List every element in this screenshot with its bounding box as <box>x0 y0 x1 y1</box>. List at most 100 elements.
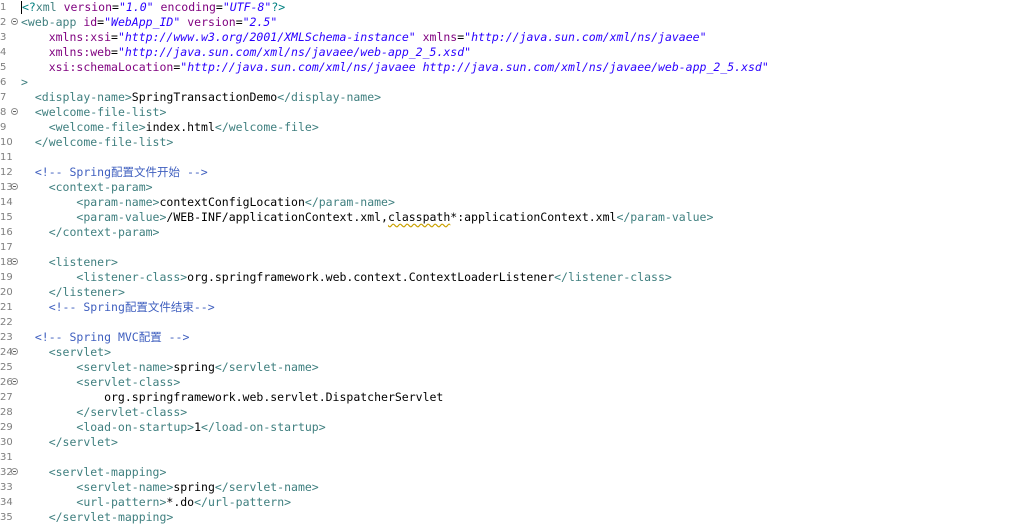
code-token: xmlns:xsi <box>48 30 112 44</box>
code-token: ?> <box>271 0 286 14</box>
code-line[interactable]: 7 <display-name>SpringTransactionDemo</d… <box>0 90 1024 105</box>
code-line[interactable]: 6 > <box>0 75 1024 90</box>
code-line[interactable]: 1 <?xml version="1.0" encoding="UTF-8"?> <box>0 0 1024 15</box>
code-line[interactable]: 21 <!-- Spring配置文件结束--> <box>0 300 1024 315</box>
code-line[interactable]: 18 <listener> <box>0 255 1024 270</box>
line-number: 22 <box>0 317 13 328</box>
code-text: <!-- Spring配置文件结束--> <box>21 300 215 315</box>
code-line[interactable]: 34 <url-pattern>*.do</url-pattern> <box>0 495 1024 510</box>
code-token: "http://java.sun.com/xml/ns/javaee/web-a… <box>117 45 472 59</box>
fold-collapse-icon[interactable] <box>11 468 18 475</box>
code-line[interactable]: 31 <box>0 450 1024 465</box>
code-text: </servlet-mapping> <box>21 510 174 525</box>
code-line[interactable]: 35 </servlet-mapping> <box>0 510 1024 525</box>
code-line[interactable]: 13 <context-param> <box>0 180 1024 195</box>
code-line[interactable]: 30 </servlet> <box>0 435 1024 450</box>
code-token: = <box>111 30 118 44</box>
code-token: <servlet> <box>48 345 112 359</box>
code-line[interactable]: 23 <!-- Spring MVC配置 --> <box>0 330 1024 345</box>
code-text: <welcome-file>index.html</welcome-file> <box>21 120 319 135</box>
code-line[interactable]: 5 xsi:schemaLocation="http://java.sun.co… <box>0 60 1024 75</box>
code-token: <url-pattern> <box>76 495 167 509</box>
fold-collapse-icon[interactable] <box>11 18 18 25</box>
code-token: </listener-class> <box>554 270 672 284</box>
code-line[interactable]: 11 <box>0 150 1024 165</box>
code-text: <servlet-name>spring</servlet-name> <box>21 480 319 495</box>
code-text: xsi:schemaLocation="http://java.sun.com/… <box>21 60 769 75</box>
line-number: 19 <box>0 272 13 283</box>
code-line[interactable]: 4 xmlns:web="http://java.sun.com/xml/ns/… <box>0 45 1024 60</box>
fold-collapse-icon[interactable] <box>11 183 18 190</box>
line-number: 16 <box>0 227 13 238</box>
code-token: </servlet-name> <box>214 360 319 374</box>
code-text: </welcome-file-list> <box>21 135 173 150</box>
code-token: </param-name> <box>304 195 395 209</box>
code-token: SpringTransactionDemo <box>131 90 278 104</box>
code-line[interactable]: 26 <servlet-class> <box>0 375 1024 390</box>
code-token: <web-app <box>21 15 84 29</box>
code-text: <welcome-file-list> <box>21 105 167 120</box>
code-line[interactable]: 10 </welcome-file-list> <box>0 135 1024 150</box>
code-line[interactable]: 8 <welcome-file-list> <box>0 105 1024 120</box>
line-number: 27 <box>0 392 13 403</box>
line-number: 5 <box>0 62 7 73</box>
code-line[interactable]: 22 <box>0 315 1024 330</box>
code-token: </welcome-file> <box>214 120 319 134</box>
line-number: 28 <box>0 407 13 418</box>
code-line[interactable]: 2 <web-app id="WebApp_ID" version="2.5" <box>0 15 1024 30</box>
code-token: encoding <box>160 0 216 14</box>
fold-collapse-icon[interactable] <box>11 258 18 265</box>
code-token: 1 <box>194 420 202 434</box>
code-token: <listener> <box>48 255 118 269</box>
code-line[interactable]: 16 </context-param> <box>0 225 1024 240</box>
fold-collapse-icon[interactable] <box>11 108 18 115</box>
code-text: org.springframework.web.servlet.Dispatch… <box>21 390 443 405</box>
line-number: 23 <box>0 332 13 343</box>
code-line[interactable]: 24 <servlet> <box>0 345 1024 360</box>
line-number: 6 <box>0 77 7 88</box>
code-line[interactable]: 25 <servlet-name>spring</servlet-name> <box>0 360 1024 375</box>
code-token: org.springframework.web.context.ContextL… <box>187 270 555 284</box>
code-token: </load-on-startup> <box>201 420 326 434</box>
code-token: = <box>111 45 118 59</box>
code-token: version <box>187 15 236 29</box>
code-token: xml <box>35 0 64 14</box>
code-token: "1.0" <box>118 0 154 14</box>
fold-collapse-icon[interactable] <box>11 378 18 385</box>
code-text: <servlet-class> <box>21 375 180 390</box>
code-token: <!-- Spring MVC配置 --> <box>34 330 190 344</box>
code-line[interactable]: 3 xmlns:xsi="http://www.w3.org/2001/XMLS… <box>0 30 1024 45</box>
xml-code-editor[interactable]: 1 <?xml version="1.0" encoding="UTF-8"?> 2… <box>0 0 1024 529</box>
code-token: </servlet-name> <box>214 480 319 494</box>
code-token: <param-name> <box>76 195 160 209</box>
code-token: "2.5" <box>242 15 278 29</box>
code-line[interactable]: 32 <servlet-mapping> <box>0 465 1024 480</box>
code-token: *:applicationContext.xml <box>450 210 617 224</box>
code-line[interactable]: 15 <param-value>/WEB-INF/applicationCont… <box>0 210 1024 225</box>
code-line[interactable]: 29 <load-on-startup>1</load-on-startup> <box>0 420 1024 435</box>
code-line[interactable]: 12 <!-- Spring配置文件开始 --> <box>0 165 1024 180</box>
code-token: </welcome-file-list> <box>34 135 174 149</box>
code-token: "http://java.sun.com/xml/ns/javaee http:… <box>180 60 769 74</box>
code-text: </context-param> <box>21 225 160 240</box>
code-line[interactable]: 9 <welcome-file>index.html</welcome-file… <box>0 120 1024 135</box>
code-line[interactable]: 19 <listener-class>org.springframework.w… <box>0 270 1024 285</box>
code-token: </url-pattern> <box>194 495 292 509</box>
code-line[interactable]: 17 <box>0 240 1024 255</box>
code-text: <listener> <box>21 255 118 270</box>
code-line[interactable]: 20 </listener> <box>0 285 1024 300</box>
code-line[interactable]: 33 <servlet-name>spring</servlet-name> <box>0 480 1024 495</box>
code-line[interactable]: 14 <param-name>contextConfigLocation</pa… <box>0 195 1024 210</box>
code-line[interactable]: 27 org.springframework.web.servlet.Dispa… <box>0 390 1024 405</box>
fold-collapse-icon[interactable] <box>11 348 18 355</box>
code-line[interactable]: 28 </servlet-class> <box>0 405 1024 420</box>
code-text: xmlns:xsi="http://www.w3.org/2001/XMLSch… <box>21 30 707 45</box>
code-token: <!-- Spring配置文件结束--> <box>48 300 215 314</box>
